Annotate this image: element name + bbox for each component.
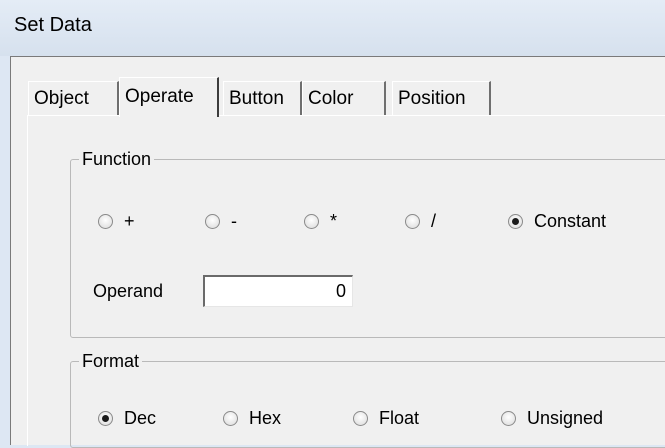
radio-float-indicator: [353, 411, 368, 426]
tab-operate-label: Operate: [125, 86, 194, 107]
radio-minus-label: -: [231, 211, 237, 231]
radio-constant[interactable]: Constant: [508, 211, 606, 232]
tab-position-label: Position: [398, 88, 466, 109]
operate-tab-panel: Function + - * / Constant Operand 0 Form…: [27, 115, 665, 448]
radio-plus-indicator: [98, 214, 113, 229]
operand-label: Operand: [93, 281, 164, 301]
radio-multiply-label: *: [330, 211, 338, 231]
radio-multiply-indicator: [304, 214, 319, 229]
tab-button[interactable]: Button: [223, 81, 302, 115]
radio-unsigned-indicator: [501, 411, 516, 426]
radio-hex-label: Hex: [249, 408, 282, 428]
function-group: Function + - * / Constant Operand: [70, 149, 665, 338]
radio-dec-indicator: [98, 411, 113, 426]
tab-operate[interactable]: Operate: [119, 77, 219, 117]
radio-hex-indicator: [223, 411, 238, 426]
radio-constant-indicator: [508, 214, 523, 229]
function-group-legend: Function: [82, 149, 152, 169]
radio-constant-label: Constant: [534, 211, 607, 231]
radio-dec[interactable]: Dec: [98, 408, 156, 429]
radio-divide[interactable]: /: [405, 211, 436, 232]
radio-minus-indicator: [205, 214, 220, 229]
radio-float-label: Float: [379, 408, 420, 428]
tab-position[interactable]: Position: [392, 81, 491, 115]
radio-float[interactable]: Float: [353, 408, 419, 429]
radio-unsigned[interactable]: Unsigned: [501, 408, 603, 429]
tab-color-label: Color: [308, 88, 354, 109]
tab-object-label: Object: [34, 88, 89, 109]
radio-plus-label: +: [124, 211, 135, 231]
set-data-dialog: Object Operate Button Color Position Fun…: [10, 56, 665, 448]
tab-color[interactable]: Color: [302, 81, 386, 115]
window-title: Set Data: [14, 14, 92, 36]
format-group-legend: Format: [82, 351, 140, 371]
format-group: Format Dec Hex Float Unsigned: [70, 351, 665, 448]
tab-button-label: Button: [229, 88, 284, 109]
radio-minus[interactable]: -: [205, 211, 237, 232]
radio-divide-indicator: [405, 214, 420, 229]
radio-hex[interactable]: Hex: [223, 408, 281, 429]
radio-dec-label: Dec: [124, 408, 157, 428]
title-bar: Set Data: [0, 0, 665, 56]
tab-object[interactable]: Object: [28, 81, 119, 115]
operand-input[interactable]: [203, 275, 353, 307]
radio-divide-label: /: [431, 211, 437, 231]
radio-unsigned-label: Unsigned: [527, 408, 604, 428]
radio-multiply[interactable]: *: [304, 211, 337, 232]
radio-plus[interactable]: +: [98, 211, 135, 232]
